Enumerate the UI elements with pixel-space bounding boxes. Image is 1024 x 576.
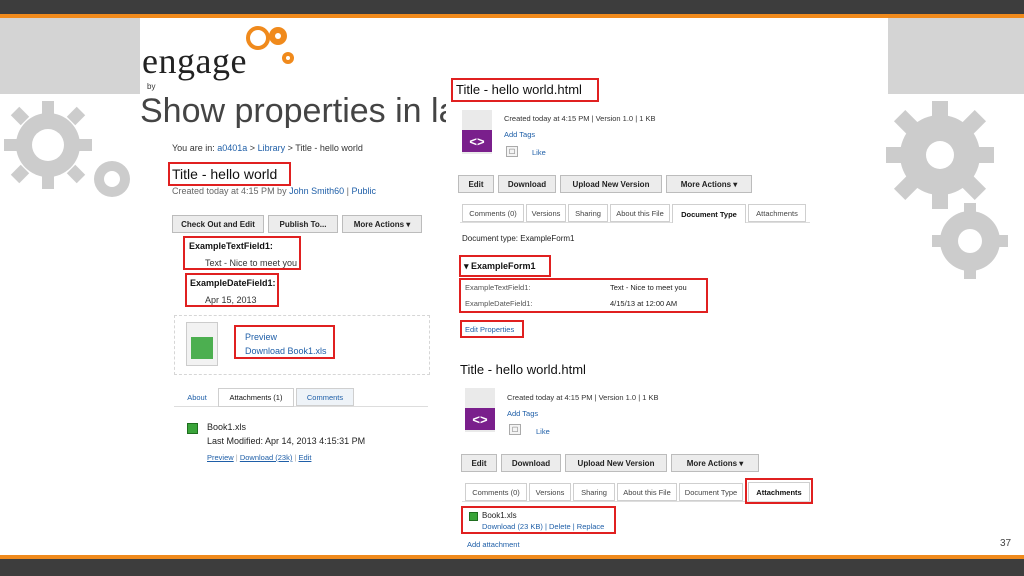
upload-new-version-button[interactable]: Upload New Version xyxy=(560,175,662,193)
download-book-link[interactable]: Download Book1.xls xyxy=(245,346,327,356)
edit-properties-link[interactable]: Edit Properties xyxy=(465,325,514,334)
tab-comments[interactable]: Comments xyxy=(296,388,354,406)
left-attachment-name: Book1.xls xyxy=(207,422,247,432)
right-top-add-tags-link[interactable]: Add Tags xyxy=(504,130,535,139)
author-link[interactable]: John Smith60 xyxy=(289,186,344,196)
bottom-bar xyxy=(0,559,1024,576)
prop1-value: Text - Nice to meet you xyxy=(610,283,687,292)
breadcrumb-link-a0401a[interactable]: a0401a xyxy=(217,143,247,153)
like-icon-bottom[interactable]: ☐ xyxy=(509,424,521,435)
right-top-doc-title: Title - hello world.html xyxy=(456,82,582,97)
field2-label: ExampleDateField1: xyxy=(190,278,276,288)
right-attachment-actions[interactable]: Download (23 KB) | Delete | Replace xyxy=(482,522,604,531)
tab-sharing-bottom[interactable]: Sharing xyxy=(573,483,615,501)
tab-comments-bottom[interactable]: Comments (0) xyxy=(465,483,527,501)
engage-logo: engage xyxy=(142,41,247,81)
logo-gears-icon xyxy=(246,26,294,64)
prop1-label: ExampleTextField1: xyxy=(465,283,531,292)
xls-file-icon xyxy=(186,322,218,366)
more-actions-button[interactable]: More Actions ▾ xyxy=(342,215,422,233)
tab-about-file-top[interactable]: About this File xyxy=(610,204,670,222)
top-bar xyxy=(0,0,1024,14)
attachment-edit-link[interactable]: Edit xyxy=(299,453,312,462)
right-top-tabs-divider xyxy=(460,222,810,223)
top-accent-line xyxy=(0,14,1024,18)
document-type-line: Document type: ExampleForm1 xyxy=(462,234,575,243)
download-button-bottom[interactable]: Download xyxy=(501,454,561,472)
attachment-preview-link[interactable]: Preview xyxy=(207,453,234,462)
tab-about-file-bottom[interactable]: About this File xyxy=(617,483,677,501)
more-actions-button-top[interactable]: More Actions ▾ xyxy=(666,175,752,193)
visibility-link[interactable]: Public xyxy=(352,186,377,196)
like-icon[interactable]: ☐ xyxy=(506,146,518,157)
right-bottom-like-link[interactable]: Like xyxy=(536,427,550,436)
tab-about[interactable]: About xyxy=(178,388,216,406)
left-created-line: Created today at 4:15 PM by John Smith60… xyxy=(172,186,377,196)
page-number: 37 xyxy=(1000,538,1012,549)
right-attachment-name: Book1.xls xyxy=(482,511,517,520)
left-doc-title: Title - hello world xyxy=(172,166,278,182)
html-code-icon-bottom: <> xyxy=(465,408,495,430)
logo-by-text: by xyxy=(147,82,156,91)
download-button[interactable]: Download xyxy=(498,175,556,193)
preview-link[interactable]: Preview xyxy=(245,332,277,342)
tab-comments-top[interactable]: Comments (0) xyxy=(462,204,524,222)
xls-attachment-icon xyxy=(187,423,198,434)
breadcrumb: You are in: a0401a > Library > Title - h… xyxy=(172,143,363,153)
field1-value: Text - Nice to meet you xyxy=(205,258,298,268)
tab-versions-top[interactable]: Versions xyxy=(526,204,566,222)
more-actions-button-bottom[interactable]: More Actions ▾ xyxy=(671,454,759,472)
upload-new-version-button-bottom[interactable]: Upload New Version xyxy=(565,454,667,472)
tab-attachments[interactable]: Attachments (1) xyxy=(218,388,294,407)
edit-button[interactable]: Edit xyxy=(458,175,494,193)
right-top-meta: Created today at 4:15 PM | Version 1.0 |… xyxy=(504,114,656,123)
right-bottom-doc-title: Title - hello world.html xyxy=(460,362,586,377)
gear-decoration-left-icon xyxy=(4,101,130,197)
xls-attachment-icon-right xyxy=(469,512,478,521)
attachment-download-link[interactable]: Download (23k) xyxy=(240,453,293,462)
left-grey-panel xyxy=(0,18,140,94)
field1-label: ExampleTextField1: xyxy=(189,241,273,251)
tab-sharing-top[interactable]: Sharing xyxy=(568,204,608,222)
right-grey-panel xyxy=(888,18,1024,94)
tab-document-type-bottom[interactable]: Document Type xyxy=(679,483,743,501)
add-attachment-link[interactable]: Add attachment xyxy=(467,540,520,549)
left-attachment-modified: Last Modified: Apr 14, 2013 4:15:31 PM xyxy=(207,436,366,446)
breadcrumb-link-library[interactable]: Library xyxy=(258,143,286,153)
tab-versions-bottom[interactable]: Versions xyxy=(529,483,571,501)
field2-value: Apr 15, 2013 xyxy=(205,295,257,305)
html-code-icon: <> xyxy=(462,130,492,152)
left-tabs-divider xyxy=(174,406,428,407)
tab-attachments-top[interactable]: Attachments xyxy=(748,204,806,222)
edit-button-bottom[interactable]: Edit xyxy=(461,454,497,472)
publish-to-button[interactable]: Publish To... xyxy=(268,215,338,233)
right-bottom-add-tags-link[interactable]: Add Tags xyxy=(507,409,538,418)
check-out-and-edit-button[interactable]: Check Out and Edit xyxy=(172,215,264,233)
tab-attachments-bottom[interactable]: Attachments xyxy=(748,482,810,501)
right-top-like-link[interactable]: Like xyxy=(532,148,546,157)
tab-document-type-top[interactable]: Document Type xyxy=(672,204,746,223)
form-name-toggle[interactable]: ▾ ExampleForm1 xyxy=(464,261,536,272)
left-attachment-actions: Preview | Download (23k) | Edit xyxy=(207,453,312,462)
prop2-value: 4/15/13 at 12:00 AM xyxy=(610,299,678,308)
gear-decoration-right-icon xyxy=(886,101,1008,279)
right-bottom-meta: Created today at 4:15 PM | Version 1.0 |… xyxy=(507,393,659,402)
prop2-label: ExampleDateField1: xyxy=(465,299,533,308)
